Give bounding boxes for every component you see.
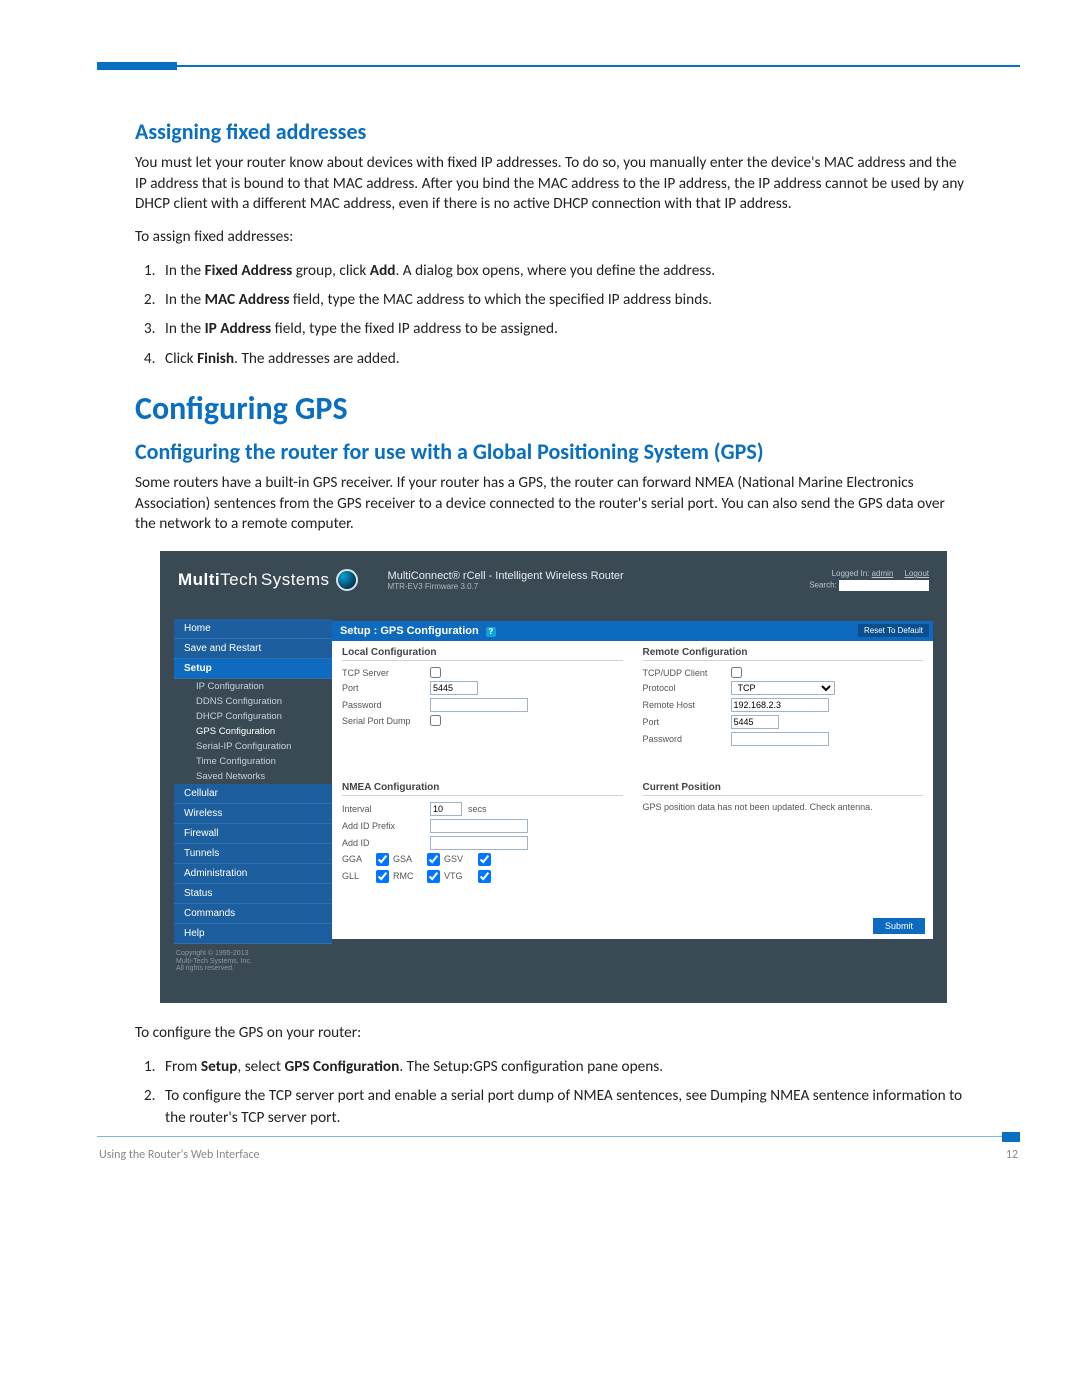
remote-config-title: Remote Configuration (643, 647, 924, 661)
sidebar-item-home[interactable]: Home (174, 619, 332, 639)
user-link[interactable]: admin (872, 569, 894, 578)
step-item: To configure the TCP server port and ena… (159, 1085, 965, 1128)
remote-password-input[interactable] (731, 732, 829, 746)
sidebar-sub-saved-networks[interactable]: Saved Networks (174, 769, 332, 784)
current-position-title: Current Position (643, 782, 924, 796)
sidebar-sub-ddns-configuration[interactable]: DDNS Configuration (174, 694, 332, 709)
sidebar-item-help[interactable]: Help (174, 924, 332, 944)
sidebar-item-tunnels[interactable]: Tunnels (174, 844, 332, 864)
sidebar-item-save-and-restart[interactable]: Save and Restart (174, 639, 332, 659)
serial-dump-checkbox[interactable] (430, 715, 441, 726)
gga-checkbox[interactable] (376, 853, 389, 866)
local-port-input[interactable] (430, 681, 478, 695)
firmware-label: MTR-EV3 Firmware 3.0.7 (388, 582, 810, 591)
heading-gps: Configuring GPS (135, 389, 965, 428)
remote-port-input[interactable] (731, 715, 779, 729)
protocol-select[interactable]: TCP (731, 681, 835, 695)
sidebar-item-wireless[interactable]: Wireless (174, 804, 332, 824)
sidebar-item-administration[interactable]: Administration (174, 864, 332, 884)
logout-link[interactable]: Logout (905, 569, 929, 578)
heading-assign: Assigning fixed addresses (135, 118, 965, 145)
sidebar-sub-time-configuration[interactable]: Time Configuration (174, 754, 332, 769)
sidebar-sub-serial-ip-configuration[interactable]: Serial-IP Configuration (174, 739, 332, 754)
footer-rule (97, 1132, 1020, 1142)
step-item: In the MAC Address field, type the MAC a… (159, 289, 965, 310)
footer-left: Using the Router's Web Interface (99, 1148, 260, 1162)
prefix-input[interactable] (430, 819, 528, 833)
help-icon[interactable]: ? (486, 627, 496, 637)
para-intro-1: You must let your router know about devi… (135, 153, 965, 215)
nmea-config-title: NMEA Configuration (342, 782, 623, 796)
header-rule (97, 62, 1020, 70)
para-intro-2: To assign fixed addresses: (135, 227, 965, 248)
step-item: Click Finish. The addresses are added. (159, 348, 965, 369)
step-item: From Setup, select GPS Configuration. Th… (159, 1056, 965, 1077)
step-item: In the IP Address field, type the fixed … (159, 318, 965, 339)
search-input[interactable] (839, 580, 929, 591)
sidebar-sub-gps-configuration[interactable]: GPS Configuration (174, 724, 332, 739)
para-config-intro: To configure the GPS on your router: (135, 1023, 965, 1044)
heading-gps-sub: Configuring the router for use with a Gl… (135, 438, 965, 465)
logo: MultiTech Systems (178, 569, 358, 591)
addid-input[interactable] (430, 836, 528, 850)
step-item: In the Fixed Address group, click Add. A… (159, 260, 965, 281)
sidebar-sub-dhcp-configuration[interactable]: DHCP Configuration (174, 709, 332, 724)
local-password-input[interactable] (430, 698, 528, 712)
tcp-server-checkbox[interactable] (430, 667, 441, 678)
gsv-checkbox[interactable] (478, 853, 491, 866)
remote-host-input[interactable] (731, 698, 829, 712)
page-number: 12 (1006, 1148, 1018, 1162)
sidebar-sub-ip-configuration[interactable]: IP Configuration (174, 679, 332, 694)
position-message: GPS position data has not been updated. … (643, 802, 924, 813)
gsa-checkbox[interactable] (427, 853, 440, 866)
steps-config: From Setup, select GPS Configuration. Th… (135, 1056, 965, 1128)
local-config-title: Local Configuration (342, 647, 623, 661)
router-title: MultiConnect® rCell - Intelligent Wirele… (388, 570, 810, 582)
para-gps-1: Some routers have a built-in GPS receive… (135, 473, 965, 535)
vtg-checkbox[interactable] (478, 870, 491, 883)
submit-button[interactable]: Submit (873, 918, 925, 934)
sidebar-item-cellular[interactable]: Cellular (174, 784, 332, 804)
reset-button[interactable]: Reset To Default (858, 624, 929, 637)
steps-assign: In the Fixed Address group, click Add. A… (135, 260, 965, 370)
sidebar-item-setup[interactable]: Setup (174, 659, 332, 679)
router-screenshot: MultiTech Systems MultiConnect® rCell - … (160, 551, 947, 1003)
logo-icon (336, 569, 358, 591)
copyright: Copyright © 1995-2013Multi-Tech Systems,… (174, 944, 332, 973)
interval-input[interactable] (430, 802, 462, 816)
tcp-udp-client-checkbox[interactable] (731, 667, 742, 678)
sidebar-item-firewall[interactable]: Firewall (174, 824, 332, 844)
panel-title: Setup : GPS Configuration ? Reset To Def… (332, 621, 933, 641)
sidebar-nav: HomeSave and RestartSetupIP Configuratio… (174, 619, 332, 944)
gll-checkbox[interactable] (376, 870, 389, 883)
rmc-checkbox[interactable] (427, 870, 440, 883)
sidebar-item-status[interactable]: Status (174, 884, 332, 904)
sidebar-item-commands[interactable]: Commands (174, 904, 332, 924)
